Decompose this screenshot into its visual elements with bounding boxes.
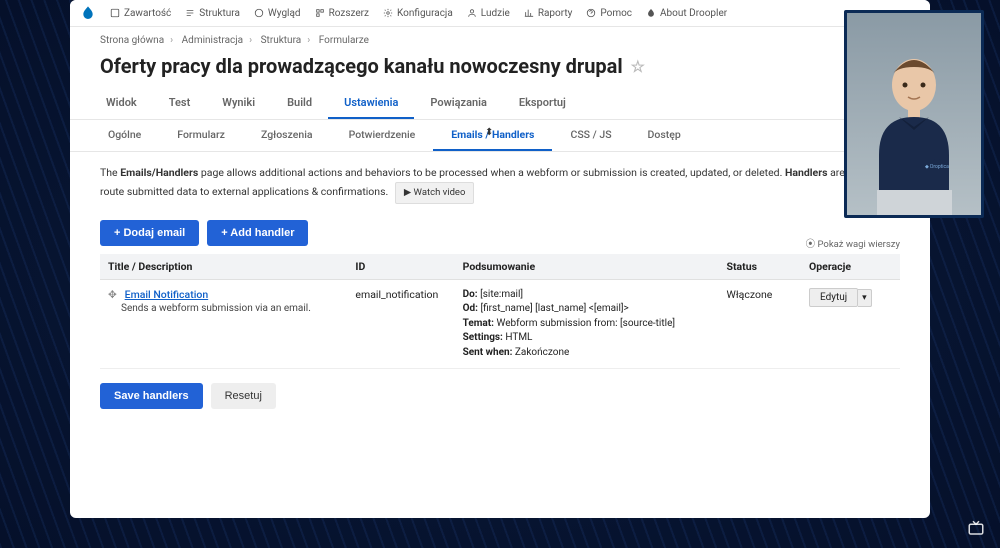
handlers-table: Title / Description ID Podsumowanie Stat…: [100, 254, 900, 370]
help-text: The Emails/Handlers page allows addition…: [100, 164, 900, 204]
webcam-overlay: ◆ Droptica: [844, 10, 984, 218]
edit-button[interactable]: Edytuj: [809, 288, 858, 307]
tv-icon: [966, 519, 986, 540]
handler-status: Włączone: [719, 279, 801, 369]
col-ops: Operacje: [801, 254, 900, 280]
nav-raporty[interactable]: Raporty: [524, 8, 573, 19]
watch-video-button[interactable]: ▶ Watch video: [395, 182, 475, 204]
tab-wyniki[interactable]: Wyniki: [206, 88, 271, 119]
handler-description: Sends a webform submission via an email.: [121, 303, 311, 314]
star-icon[interactable]: ☆: [631, 57, 645, 76]
nav-about-droopler[interactable]: About Droopler: [646, 8, 727, 19]
breadcrumb-item[interactable]: Formularze: [319, 35, 369, 46]
tab-widok[interactable]: Widok: [90, 88, 153, 119]
nav-wyglad[interactable]: Wygląd: [254, 8, 301, 19]
subtab-ogolne[interactable]: Ogólne: [90, 120, 159, 151]
breadcrumb-item[interactable]: Struktura: [261, 35, 302, 46]
tab-eksportuj[interactable]: Eksportuj: [503, 88, 582, 119]
handler-title-link[interactable]: Email Notification: [125, 288, 209, 301]
admin-toolbar: Zawartość Struktura Wygląd Rozszerz Konf…: [70, 0, 930, 27]
tab-build[interactable]: Build: [271, 88, 328, 119]
col-status: Status: [719, 254, 801, 280]
table-row: ✥ Email Notification Sends a webform sub…: [100, 279, 900, 369]
ops-dropdown-icon[interactable]: ▾: [858, 289, 872, 307]
nav-rozszerz[interactable]: Rozszerz: [315, 8, 369, 19]
save-handlers-button[interactable]: Save handlers: [100, 383, 203, 409]
page-title: Oferty pracy dla prowadzącego kanału now…: [70, 50, 930, 88]
drupal-logo-icon[interactable]: [80, 3, 96, 23]
reset-button[interactable]: Resetuj: [211, 383, 276, 409]
svg-text:◆ Droptica: ◆ Droptica: [925, 164, 949, 170]
nav-struktura[interactable]: Struktura: [185, 8, 240, 19]
breadcrumb-item[interactable]: Strona główna: [100, 35, 164, 46]
tab-ustawienia[interactable]: Ustawienia: [328, 88, 414, 119]
handler-id: email_notification: [347, 279, 454, 369]
nav-pomoc[interactable]: Pomoc: [586, 8, 632, 19]
subtab-dostep[interactable]: Dostęp: [630, 120, 699, 151]
secondary-tabs: Ogólne Formularz Zgłoszenia Potwierdzeni…: [70, 120, 930, 152]
tab-powiazania[interactable]: Powiązania: [414, 88, 502, 119]
subtab-formularz[interactable]: Formularz: [159, 120, 243, 151]
primary-tabs: Widok Test Wyniki Build Ustawienia Powią…: [70, 88, 930, 120]
add-email-button[interactable]: + Dodaj email: [100, 220, 199, 246]
drag-handle-icon[interactable]: ✥: [108, 288, 117, 301]
nav-zawartosc[interactable]: Zawartość: [110, 8, 171, 19]
subtab-css-js[interactable]: CSS / JS: [552, 120, 629, 151]
presenter-avatar: ◆ Droptica: [859, 35, 969, 215]
subtab-potwierdzenie[interactable]: Potwierdzenie: [331, 120, 434, 151]
breadcrumb-item[interactable]: Administracja: [182, 35, 243, 46]
breadcrumb: Strona główna› Administracja› Struktura›…: [70, 27, 930, 50]
col-id: ID: [347, 254, 454, 280]
nav-konfiguracja[interactable]: Konfiguracja: [383, 8, 453, 19]
col-title: Title / Description: [100, 254, 347, 280]
col-summary: Podsumowanie: [455, 254, 719, 280]
nav-ludzie[interactable]: Ludzie: [467, 8, 510, 19]
subtab-zgloszenia[interactable]: Zgłoszenia: [243, 120, 331, 151]
subtab-emails-handlers[interactable]: Emails / Handlers: [433, 120, 552, 151]
tab-test[interactable]: Test: [153, 88, 207, 119]
add-handler-button[interactable]: + Add handler: [207, 220, 308, 246]
